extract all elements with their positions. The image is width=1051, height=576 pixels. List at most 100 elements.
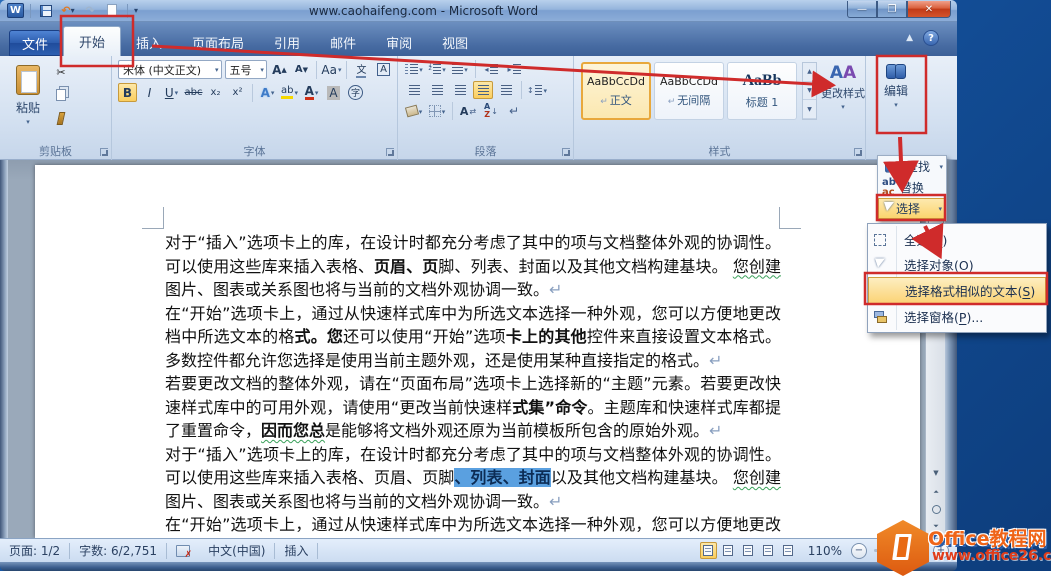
tab-insert[interactable]: 插入 bbox=[121, 28, 177, 56]
change-styles-button[interactable]: AA 更改样式 ▾ bbox=[821, 60, 865, 136]
zoom-out-button[interactable]: − bbox=[851, 542, 867, 559]
document-line[interactable]: 若要更改文档的整体外观，请在“页面布局”选项卡上选择新的“主题”元素。若要更改快 bbox=[165, 373, 781, 397]
increase-indent-button[interactable]: ▸ bbox=[504, 60, 524, 78]
close-button[interactable]: ✕ bbox=[907, 1, 951, 18]
sort-button[interactable]: A Z ↓ bbox=[481, 102, 501, 120]
print-layout-view-button[interactable] bbox=[699, 542, 717, 559]
format-painter-button[interactable] bbox=[50, 109, 72, 127]
cut-button[interactable]: ✂ bbox=[50, 63, 72, 81]
tab-view[interactable]: 视图 bbox=[427, 28, 483, 56]
document-line[interactable]: 在“开始”选项卡上，通过从快速样式库中为所选文本选择一种外观，您可以方便地更改文 bbox=[165, 514, 781, 538]
numbering-button[interactable]: 1 2 ▾ bbox=[427, 60, 447, 78]
align-left-button[interactable] bbox=[404, 81, 424, 99]
styles-more-button[interactable]: ▼ bbox=[803, 100, 816, 120]
menu-item-select-objects[interactable]: 选择对象(O) bbox=[868, 252, 1046, 277]
page-indicator[interactable]: 页面: 1/2 bbox=[0, 539, 69, 562]
select-button[interactable]: 选择 ▾ bbox=[878, 198, 946, 219]
find-button[interactable]: 查找 ▾ bbox=[878, 156, 946, 177]
font-color-button[interactable]: A ▾ bbox=[302, 83, 321, 102]
document-line[interactable]: 可以使用这些库来插入表格、页眉、页脚、列表、封面以及其他文档构建基块。 您创建的 bbox=[165, 467, 781, 491]
document-line[interactable]: 可以使用这些库来插入表格、页眉、页脚、列表、封面以及其他文档构建基块。 您创建的 bbox=[165, 256, 781, 280]
grow-font-button[interactable]: A ▲ bbox=[270, 60, 289, 79]
line-spacing-button[interactable]: ↕ ▾ bbox=[527, 81, 547, 99]
style-sample: AaBbCcDd bbox=[587, 74, 645, 88]
subscript-button[interactable]: x₂ bbox=[206, 83, 225, 102]
dialog-launcher-icon[interactable] bbox=[386, 148, 394, 156]
text-effects-button[interactable]: A ▾ bbox=[258, 83, 277, 102]
justify-button[interactable] bbox=[473, 81, 493, 99]
tab-mailings[interactable]: 邮件 bbox=[315, 28, 371, 56]
help-icon[interactable]: ? bbox=[923, 30, 939, 46]
font-name-combo[interactable]: 宋体 (中文正文) ▾ bbox=[118, 60, 222, 79]
character-shading-button[interactable]: A bbox=[324, 83, 343, 102]
font-size-combo[interactable]: 五号 ▾ bbox=[224, 60, 267, 79]
enclose-characters-button[interactable]: 字 bbox=[346, 83, 365, 102]
align-right-button[interactable] bbox=[450, 81, 470, 99]
dialog-launcher-icon[interactable] bbox=[854, 148, 862, 156]
web-layout-button[interactable] bbox=[740, 542, 757, 559]
shading-button[interactable]: ▾ bbox=[404, 102, 424, 120]
replace-button[interactable]: ab ac 替换 bbox=[878, 177, 946, 198]
outline-view-button[interactable] bbox=[760, 542, 777, 559]
draft-view-button[interactable] bbox=[780, 542, 797, 559]
dialog-launcher-icon[interactable] bbox=[100, 148, 108, 156]
align-center-button[interactable] bbox=[427, 81, 447, 99]
tab-page-layout[interactable]: 页面布局 bbox=[177, 28, 259, 56]
distribute-button[interactable] bbox=[496, 81, 516, 99]
document-line[interactable]: 多数控件都允许您选择是使用当前主题外观，还是使用某种直接指定的格式。↵ bbox=[165, 350, 781, 374]
style-card-no-spacing[interactable]: AaBbCcDd ↵ 无间隔 bbox=[654, 62, 724, 120]
multilevel-list-button[interactable]: ▾ bbox=[450, 60, 470, 78]
tab-review[interactable]: 审阅 bbox=[371, 28, 427, 56]
bold-button[interactable]: B bbox=[118, 83, 137, 102]
select-browse-object-button[interactable] bbox=[928, 502, 944, 517]
copy-button[interactable] bbox=[50, 86, 72, 104]
minimize-button[interactable]: — bbox=[847, 1, 877, 18]
highlight-color-button[interactable]: ab ▾ bbox=[280, 83, 299, 102]
menu-item-selection-pane[interactable]: 选择窗格(P)... bbox=[868, 304, 1046, 329]
decrease-indent-button[interactable]: ◂ bbox=[481, 60, 501, 78]
scroll-down-button[interactable]: ▼ bbox=[928, 465, 944, 480]
previous-page-button[interactable]: ⏶ bbox=[928, 485, 944, 500]
show-hide-marks-button[interactable]: ↵ bbox=[504, 102, 524, 120]
change-case-button[interactable]: Aa ▾ bbox=[321, 60, 341, 79]
document-line[interactable]: 图片、图表或关系图也将与当前的文档外观协调一致。↵ bbox=[165, 279, 781, 303]
menu-item-select-all[interactable]: 全选(A) bbox=[868, 227, 1046, 252]
document-line[interactable]: 档中所选文本的格式。您还可以使用“开始”选项卡上的其他控件来直接设置文本格式。大 bbox=[165, 326, 781, 350]
underline-button[interactable]: U ▾ bbox=[162, 83, 181, 102]
tab-file[interactable]: 文件 bbox=[9, 30, 61, 56]
strikethrough-button[interactable]: abc bbox=[184, 83, 203, 102]
superscript-button[interactable]: x² bbox=[228, 83, 247, 102]
editing-button[interactable]: 编辑 ▾ bbox=[875, 60, 917, 134]
style-card-normal[interactable]: AaBbCcDd ↵ 正文 bbox=[581, 62, 651, 120]
borders-button[interactable]: ▾ bbox=[427, 102, 447, 120]
character-border-button[interactable]: A bbox=[374, 60, 393, 79]
tab-references[interactable]: 引用 bbox=[259, 28, 315, 56]
styles-scroll-down[interactable]: ▼ bbox=[803, 82, 816, 101]
style-card-heading1[interactable]: AaBb 标题 1 bbox=[727, 62, 797, 120]
document-line[interactable]: 速样式库中的可用外观，请使用“更改当前快速样式集”命令。主题库和快速样式库都提供 bbox=[165, 397, 781, 421]
paste-button[interactable]: 粘贴 ▾ bbox=[8, 60, 48, 134]
tab-home[interactable]: 开始 bbox=[63, 26, 122, 56]
minimize-ribbon-icon[interactable]: ▲ bbox=[906, 33, 913, 43]
menu-item-select-similar-formatting[interactable]: 选择格式相似的文本(S) bbox=[868, 277, 1046, 304]
document-text[interactable]: 对于“插入”选项卡上的库，在设计时都充分考虑了其中的项与文档整体外观的协调性。 … bbox=[165, 232, 781, 538]
insert-mode-indicator[interactable]: 插入 bbox=[275, 539, 317, 562]
shrink-font-button[interactable]: A ▼ bbox=[292, 60, 311, 79]
styles-scroll-up[interactable]: ▲ bbox=[803, 63, 816, 82]
phonetic-guide-button[interactable]: 文 bbox=[352, 60, 371, 79]
bullets-button[interactable]: ▾ bbox=[404, 60, 424, 78]
document-line[interactable]: 对于“插入”选项卡上的库，在设计时都充分考虑了其中的项与文档整体外观的协调性。 … bbox=[165, 232, 781, 256]
word-count[interactable]: 字数: 6/2,751 bbox=[70, 539, 166, 562]
spellcheck-status[interactable] bbox=[167, 539, 199, 562]
dialog-launcher-icon[interactable] bbox=[562, 148, 570, 156]
document-line[interactable]: 对于“插入”选项卡上的库，在设计时都充分考虑了其中的项与文档整体外观的协调性。 … bbox=[165, 444, 781, 468]
document-line[interactable]: 图片、图表或关系图也将与当前的文档外观协调一致。↵ bbox=[165, 491, 781, 515]
language-indicator[interactable]: 中文(中国) bbox=[199, 539, 274, 562]
document-line[interactable]: 在“开始”选项卡上，通过从快速样式库中为所选文本选择一种外观，您可以方便地更改文 bbox=[165, 303, 781, 327]
document-line[interactable]: 了重置命令，因而您总是能够将文档外观还原为当前模板所包含的原始外观。↵ bbox=[165, 420, 781, 444]
restore-button[interactable]: ❐ bbox=[877, 1, 907, 18]
full-screen-reading-button[interactable] bbox=[720, 542, 737, 559]
italic-button[interactable]: I bbox=[140, 83, 159, 102]
zoom-level[interactable]: 110% bbox=[808, 544, 842, 558]
asian-layout-button[interactable]: A ⇄ bbox=[458, 102, 478, 120]
